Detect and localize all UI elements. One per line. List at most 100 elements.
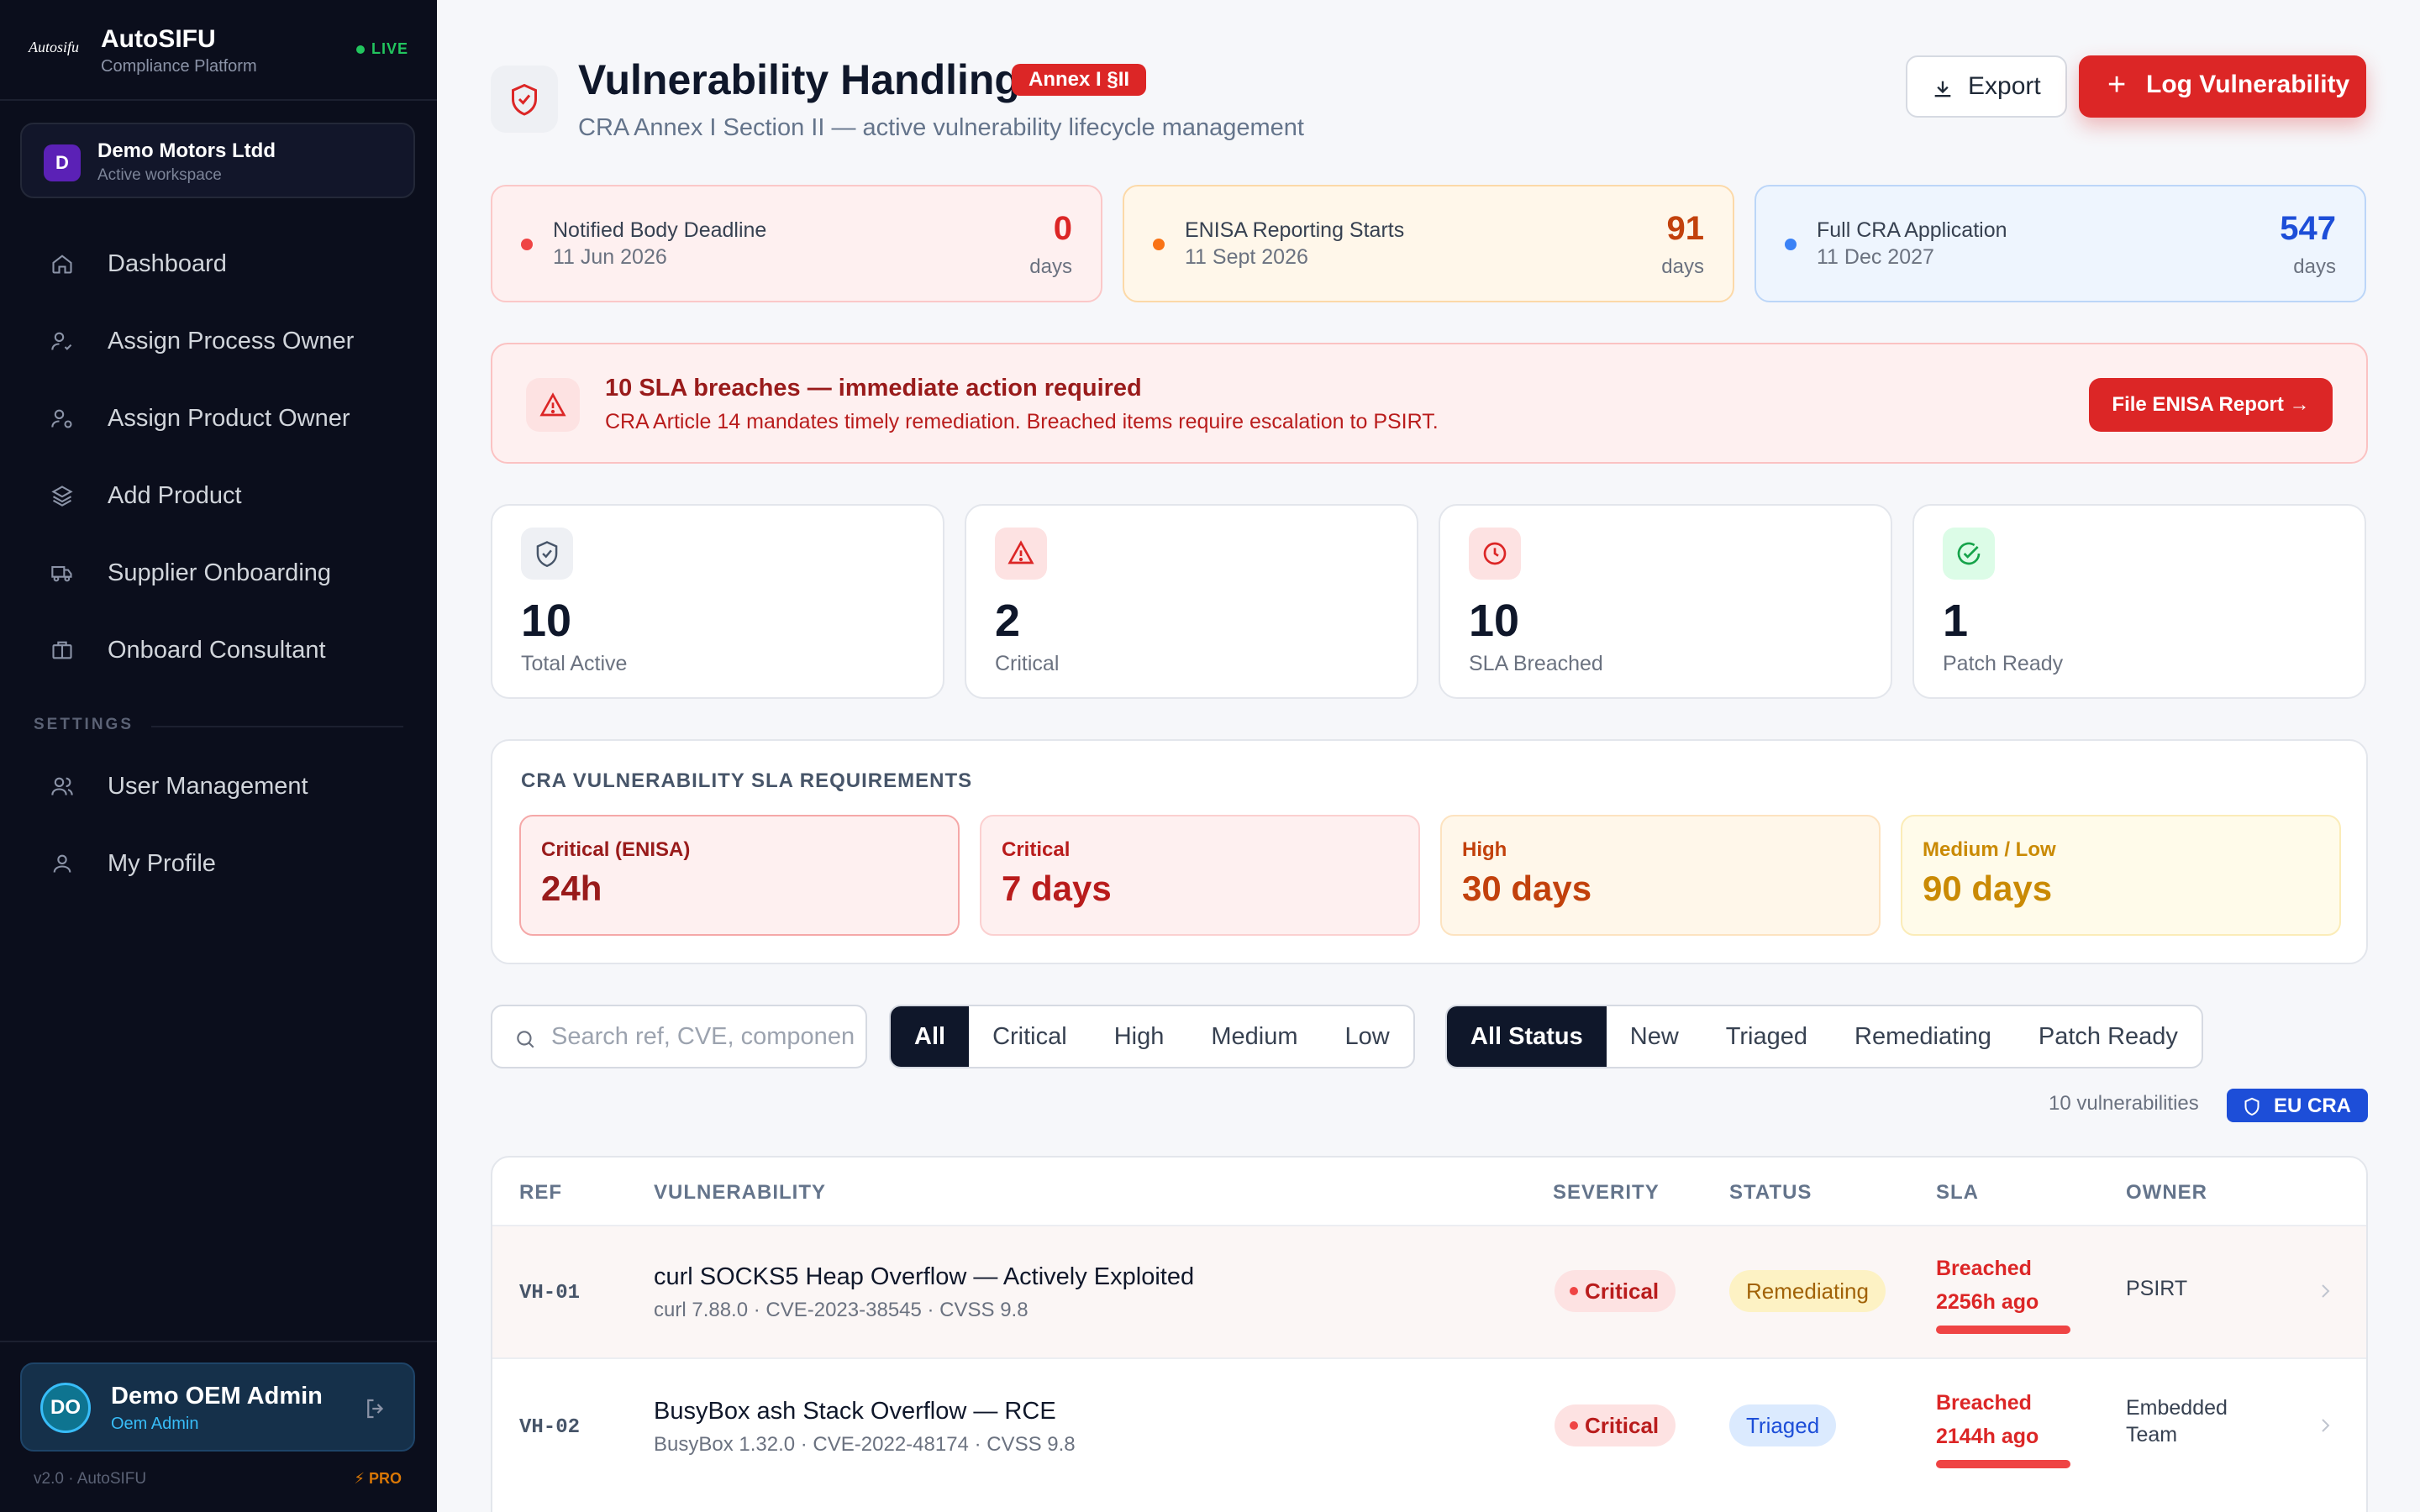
- status-filter-all[interactable]: All Status: [1447, 1006, 1607, 1067]
- users-icon: [51, 777, 73, 795]
- sidebar-item-label: Assign Process Owner: [108, 328, 355, 354]
- stat-icon-box: [521, 528, 573, 580]
- deadline-dot-icon: [1153, 239, 1165, 250]
- deadline-days: 0: [1053, 210, 1072, 247]
- sla-card-critical-enisa: Critical (ENISA) 24h: [519, 815, 960, 936]
- vulnerability-table: REF VULNERABILITY SEVERITY STATUS SLA OW…: [491, 1156, 2368, 1512]
- stat-label: Total Active: [521, 652, 628, 675]
- deadline-unit: days: [1029, 255, 1072, 278]
- sidebar-item-add-product[interactable]: Add Product: [20, 462, 415, 529]
- column-header-vulnerability: VULNERABILITY: [654, 1181, 826, 1204]
- chevron-right-icon[interactable]: [2316, 1413, 2336, 1438]
- stat-value: 10: [1469, 596, 1520, 646]
- deadline-card-notified-body: Notified Body Deadline 11 Jun 2026 0 day…: [491, 185, 1102, 302]
- alert-triangle-icon: [539, 392, 566, 417]
- export-button[interactable]: Export: [1906, 55, 2067, 118]
- severity-filter-critical[interactable]: Critical: [969, 1006, 1091, 1067]
- settings-section-label: SETTINGS: [34, 716, 134, 733]
- search-icon: [517, 1031, 534, 1048]
- vulnerability-count: 10 vulnerabilities: [2049, 1092, 2199, 1115]
- column-header-status: STATUS: [1729, 1181, 1812, 1204]
- severity-filter-high[interactable]: High: [1091, 1006, 1188, 1067]
- column-header-severity: SEVERITY: [1553, 1181, 1660, 1204]
- severity-filter: All Critical High Medium Low: [889, 1005, 1415, 1068]
- deadline-date: 11 Jun 2026: [553, 245, 667, 269]
- stat-card-critical: 2 Critical: [965, 504, 1418, 699]
- status-filter-remediating[interactable]: Remediating: [1831, 1006, 2015, 1067]
- user-card[interactable]: DO Demo OEM Admin Oem Admin: [20, 1362, 415, 1452]
- stat-value: 1: [1943, 596, 1969, 646]
- sla-cell: Breached 2144h ago: [1936, 1386, 2070, 1453]
- table-header: REF VULNERABILITY SEVERITY STATUS SLA OW…: [492, 1158, 2366, 1226]
- deadline-card-full-cra: Full CRA Application 11 Dec 2027 547 day…: [1754, 185, 2366, 302]
- sidebar-item-assign-process-owner[interactable]: Assign Process Owner: [20, 307, 415, 375]
- sla-label: High: [1462, 838, 1507, 861]
- sidebar-item-assign-product-owner[interactable]: Assign Product Owner: [20, 385, 415, 452]
- severity-filter-medium[interactable]: Medium: [1187, 1006, 1321, 1067]
- status-badge: Remediating: [1729, 1270, 1886, 1312]
- deadline-date: 11 Sept 2026: [1185, 245, 1308, 269]
- export-label: Export: [1968, 72, 2041, 100]
- sidebar-item-supplier-onboarding[interactable]: Supplier Onboarding: [20, 539, 415, 606]
- user-check-icon: [51, 332, 72, 350]
- deadline-unit: days: [1661, 255, 1704, 278]
- status-filter-new[interactable]: New: [1607, 1006, 1702, 1067]
- logout-icon[interactable]: [363, 1396, 388, 1421]
- alert-title: 10 SLA breaches — immediate action requi…: [605, 375, 1142, 402]
- deadline-date: 11 Dec 2027: [1817, 245, 1934, 269]
- user-name: Demo OEM Admin: [111, 1383, 323, 1410]
- deadline-card-enisa: ENISA Reporting Starts 11 Sept 2026 91 d…: [1123, 185, 1734, 302]
- row-owner: PSIRT: [2126, 1277, 2188, 1300]
- status-filter-patch-ready[interactable]: Patch Ready: [2015, 1006, 2202, 1067]
- sidebar-item-label: Assign Product Owner: [108, 405, 350, 432]
- stat-icon-box: [1943, 528, 1995, 580]
- sidebar-item-user-management[interactable]: User Management: [20, 753, 415, 820]
- column-header-sla: SLA: [1936, 1181, 1979, 1204]
- deadline-title: Notified Body Deadline: [553, 218, 767, 242]
- workspace-name: Demo Motors Ltdd: [97, 139, 276, 162]
- workspace-switcher[interactable]: D Demo Motors Ltdd Active workspace: [20, 123, 415, 198]
- eu-cra-badge: EU CRA: [2227, 1089, 2368, 1122]
- user-role: Oem Admin: [111, 1415, 199, 1433]
- stat-label: Critical: [995, 652, 1060, 675]
- search-input[interactable]: [551, 1006, 854, 1067]
- chevron-right-icon[interactable]: [2316, 1278, 2336, 1304]
- status-badge: Triaged: [1729, 1404, 1837, 1446]
- main-content: Vulnerability Handling Annex I §II CRA A…: [437, 0, 2420, 1512]
- row-subtitle: curl 7.88.0 · CVE-2023-38545 · CVSS 9.8: [654, 1299, 1028, 1321]
- plus-icon: +: [2107, 67, 2127, 102]
- log-vulnerability-button[interactable]: + Log Vulnerability: [2079, 55, 2366, 118]
- deadline-title: ENISA Reporting Starts: [1185, 218, 1405, 242]
- sla-card-high: High 30 days: [1440, 815, 1881, 936]
- user-icon: [53, 854, 71, 873]
- sla-state: Breached: [1936, 1257, 2032, 1280]
- sidebar-item-label: User Management: [108, 773, 308, 800]
- stat-card-sla-breached: 10 SLA Breached: [1439, 504, 1892, 699]
- download-icon: [1934, 81, 1951, 97]
- table-row[interactable]: VH-02 BusyBox ash Stack Overflow — RCE B…: [492, 1361, 2366, 1494]
- annex-badge: Annex I §II: [1012, 64, 1147, 96]
- brand-name: AutoSIFU: [101, 25, 216, 53]
- stat-label: Patch Ready: [1943, 652, 2064, 675]
- sidebar-item-label: Add Product: [108, 482, 242, 509]
- file-enisa-report-button[interactable]: File ENISA Report →: [2089, 378, 2333, 432]
- row-subtitle: BusyBox 1.32.0 · CVE-2022-48174 · CVSS 9…: [654, 1433, 1076, 1456]
- severity-badge: Critical: [1555, 1270, 1676, 1312]
- shield-icon: [536, 541, 558, 567]
- severity-filter-all[interactable]: All: [891, 1006, 970, 1067]
- live-dot-icon: [355, 45, 365, 55]
- stat-card-patch-ready: 1 Patch Ready: [1912, 504, 2366, 699]
- sidebar-item-my-profile[interactable]: My Profile: [20, 830, 415, 897]
- sidebar-item-onboard-consultant[interactable]: Onboard Consultant: [20, 617, 415, 684]
- table-row[interactable]: VH-01 curl SOCKS5 Heap Overflow — Active…: [492, 1226, 2366, 1359]
- status-filter-triaged[interactable]: Triaged: [1702, 1006, 1831, 1067]
- brand-logo: Autosifu: [29, 39, 80, 55]
- check-circle-icon: [1957, 542, 1981, 565]
- sidebar-item-dashboard[interactable]: Dashboard: [20, 230, 415, 297]
- eu-cra-label: EU CRA: [2274, 1095, 2352, 1117]
- column-header-owner: OWNER: [2126, 1181, 2207, 1204]
- log-vulnerability-label: Log Vulnerability: [2146, 71, 2350, 98]
- severity-filter-low[interactable]: Low: [1322, 1006, 1413, 1067]
- column-header-ref: REF: [519, 1181, 562, 1204]
- pro-label: PRO: [368, 1470, 402, 1487]
